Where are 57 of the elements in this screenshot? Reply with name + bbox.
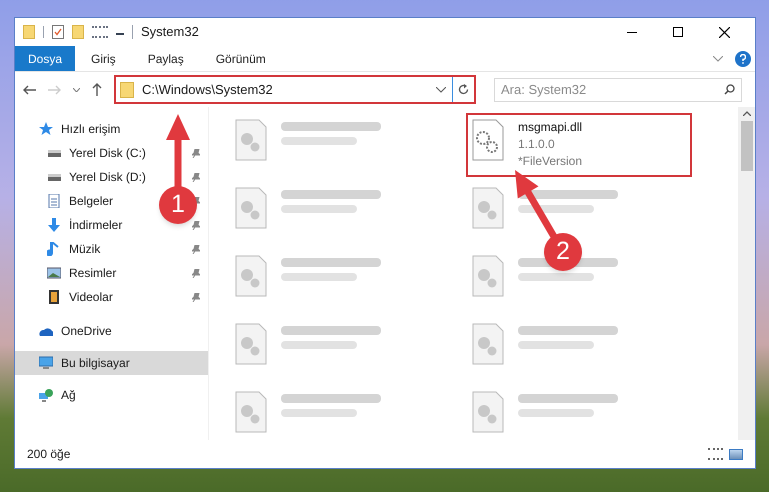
video-icon <box>47 290 61 304</box>
pin-icon[interactable] <box>192 268 200 278</box>
pin-icon[interactable] <box>192 220 200 230</box>
network-icon <box>39 388 53 402</box>
recent-dropdown-icon[interactable] <box>73 88 80 92</box>
sidebar-item[interactable]: İndirmeler <box>69 216 122 234</box>
computer-icon <box>39 356 53 370</box>
sidebar-item[interactable]: Ağ <box>61 386 76 404</box>
properties-icon[interactable] <box>52 25 64 39</box>
file-detail: 1.1.0.0 <box>518 136 556 153</box>
folder-icon <box>120 82 134 98</box>
ribbon-tab[interactable]: Dosya <box>15 46 76 71</box>
file-detail: *FileVersion <box>518 153 582 170</box>
dll-file-icon <box>472 119 504 161</box>
address-bar[interactable]: C:\Windows\System32 <box>114 75 476 104</box>
sidebar-item[interactable]: Resimler <box>69 264 116 282</box>
sidebar-item[interactable]: Bu bilgisayar <box>15 351 208 375</box>
scrollbar-thumb[interactable] <box>740 121 752 171</box>
pin-icon[interactable] <box>192 292 200 302</box>
refresh-icon[interactable] <box>458 84 469 95</box>
view-menu-icon[interactable] <box>92 26 108 38</box>
search-field[interactable]: Ara: System32 <box>494 78 742 102</box>
back-icon[interactable] <box>23 84 36 94</box>
help-icon[interactable] <box>735 50 751 66</box>
pin-icon[interactable] <box>192 148 200 158</box>
address-path: C:\Windows\System32 <box>142 80 273 99</box>
download-icon <box>47 218 61 232</box>
annotation-arrow <box>515 170 557 238</box>
close-icon[interactable] <box>718 26 730 38</box>
search-icon[interactable] <box>724 84 735 94</box>
window-title: System32 <box>141 23 199 42</box>
scrollbar[interactable] <box>738 107 755 440</box>
expand-ribbon-icon[interactable] <box>713 56 723 62</box>
pin-icon[interactable] <box>192 244 200 254</box>
doc-icon <box>47 194 61 208</box>
sidebar-item[interactable]: Müzik <box>69 240 100 258</box>
sidebar-item[interactable]: OneDrive <box>61 322 112 340</box>
file-item[interactable]: msgmapi.dll 1.1.0.0 *FileVersion <box>466 113 692 177</box>
file-name: msgmapi.dll <box>518 119 582 136</box>
sidebar-item[interactable]: Yerel Disk (D:) <box>69 168 146 186</box>
picture-icon <box>47 266 61 280</box>
scroll-up-icon[interactable] <box>742 111 750 116</box>
sidebar-item[interactable]: Belgeler <box>69 192 114 210</box>
details-view-icon[interactable] <box>708 448 723 460</box>
up-icon[interactable] <box>92 83 102 96</box>
ribbon-tab[interactable]: Görünüm <box>200 46 282 71</box>
pin-icon[interactable] <box>192 172 200 182</box>
sidebar-item[interactable]: Hızlı erişim <box>61 120 120 138</box>
dropdown-icon[interactable] <box>436 86 446 92</box>
sidebar-item[interactable]: Videolar <box>69 288 113 306</box>
star-icon <box>39 122 53 136</box>
ribbon-tab[interactable]: Giriş <box>75 46 132 71</box>
music-icon <box>47 242 61 256</box>
large-icons-view-icon[interactable] <box>729 448 743 460</box>
sidebar-item[interactable]: Yerel Disk (C:) <box>69 144 146 162</box>
ribbon-tab[interactable]: Paylaş <box>132 46 200 71</box>
item-count: 200 öğe <box>27 446 70 463</box>
